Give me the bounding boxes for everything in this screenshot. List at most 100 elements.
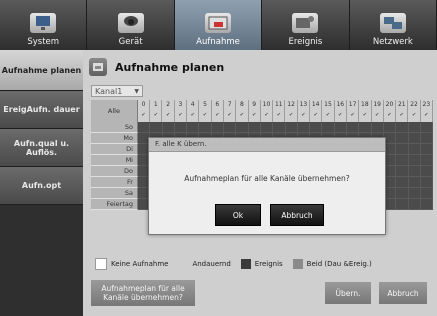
dialog-ok-button[interactable]: Ok — [215, 204, 261, 226]
schedule-cell[interactable] — [297, 122, 311, 133]
schedule-cell[interactable] — [420, 188, 434, 199]
camera-icon — [117, 13, 144, 33]
day-label[interactable]: Mi — [91, 155, 138, 166]
schedule-cell[interactable] — [322, 122, 335, 133]
hour-header-8[interactable]: 8 ✔ — [236, 100, 249, 122]
schedule-cell[interactable] — [420, 177, 434, 188]
select-all-button[interactable]: Alle — [91, 100, 138, 122]
hour-header-12[interactable]: 12 ✔ — [285, 100, 298, 122]
sidebar-item-quality[interactable]: Aufn.qual u. Auflös. — [0, 129, 83, 167]
schedule-cell[interactable] — [137, 122, 151, 133]
channel-select[interactable]: Kanal1 ▼ — [91, 85, 143, 97]
tab-event[interactable]: Ereignis — [262, 0, 350, 50]
hour-header-5[interactable]: 5 ✔ — [199, 100, 212, 122]
hour-header-10[interactable]: 10 ✔ — [260, 100, 274, 122]
hour-header-18[interactable]: 18 ✔ — [359, 100, 372, 122]
schedule-cell[interactable] — [420, 155, 434, 166]
tab-recording[interactable]: Aufnahme — [174, 0, 263, 50]
hour-header-1[interactable]: 1 ✔ — [150, 100, 163, 122]
hour-header-17[interactable]: 17 ✔ — [346, 100, 360, 122]
schedule-cell[interactable] — [408, 177, 421, 188]
schedule-cell[interactable] — [408, 188, 421, 199]
hour-header-11[interactable]: 11 ✔ — [273, 100, 286, 122]
hour-header-14[interactable]: 14 ✔ — [310, 100, 323, 122]
schedule-cell[interactable] — [310, 122, 323, 133]
check-icon: ✔ — [375, 112, 380, 118]
hour-header-22[interactable]: 22 ✔ — [408, 100, 421, 122]
schedule-cell[interactable] — [420, 199, 434, 210]
tab-system[interactable]: System — [0, 0, 88, 50]
schedule-cell[interactable] — [199, 122, 212, 133]
hour-header-3[interactable]: 3 ✔ — [174, 100, 188, 122]
schedule-cell[interactable] — [273, 122, 286, 133]
sidebar-item-event-duration[interactable]: EreigAufn. dauer — [0, 91, 83, 129]
dialog-cancel-button[interactable]: Abbruch — [270, 204, 324, 226]
tab-label: System — [27, 37, 60, 47]
hour-header-19[interactable]: 19 ✔ — [371, 100, 384, 122]
tab-device[interactable]: Gerät — [87, 0, 175, 50]
schedule-cell[interactable] — [396, 166, 409, 177]
hour-header-2[interactable]: 2 ✔ — [162, 100, 175, 122]
schedule-cell[interactable] — [396, 122, 409, 133]
schedule-cell[interactable] — [408, 122, 421, 133]
check-icon: ✔ — [411, 112, 417, 118]
schedule-cell[interactable] — [174, 122, 188, 133]
schedule-cell[interactable] — [334, 122, 348, 133]
schedule-cell[interactable] — [371, 122, 384, 133]
day-label[interactable]: Fr — [91, 177, 138, 188]
schedule-cell[interactable] — [359, 122, 372, 133]
schedule-cell[interactable] — [396, 199, 409, 210]
day-label[interactable]: Mo — [91, 133, 138, 144]
hour-header-6[interactable]: 6 ✔ — [211, 100, 224, 122]
schedule-cell[interactable] — [408, 155, 421, 166]
hour-header-0[interactable]: 0 ✔ — [137, 100, 151, 122]
apply-all-channels-button[interactable]: Aufnahmeplan für alle Kanäle übernehmen? — [91, 280, 195, 306]
legend-item: Keine Aufnahme — [95, 258, 168, 270]
schedule-cell[interactable] — [420, 166, 434, 177]
schedule-cell[interactable] — [408, 166, 421, 177]
schedule-cell[interactable] — [420, 133, 434, 144]
hour-header-4[interactable]: 4 ✔ — [187, 100, 200, 122]
hour-header-21[interactable]: 21 ✔ — [396, 100, 409, 122]
apply-button[interactable]: Übern. — [325, 282, 371, 304]
day-label[interactable]: Sa — [91, 188, 138, 199]
cancel-button[interactable]: Abbruch — [379, 282, 427, 304]
schedule-cell[interactable] — [396, 188, 409, 199]
schedule-cell[interactable] — [347, 122, 360, 133]
hour-header-23[interactable]: 23 ✔ — [420, 100, 433, 122]
schedule-cell[interactable] — [285, 122, 298, 133]
schedule-cell[interactable] — [211, 122, 225, 133]
hour-header-20[interactable]: 20 ✔ — [383, 100, 397, 122]
tab-network[interactable]: Netzwerk — [350, 0, 437, 50]
sidebar-item-options[interactable]: Aufn.opt — [0, 167, 83, 205]
day-label[interactable]: Di — [91, 144, 138, 155]
hour-header-13[interactable]: 13 ✔ — [297, 100, 311, 122]
schedule-cell[interactable] — [396, 144, 409, 155]
schedule-cell[interactable] — [396, 177, 409, 188]
schedule-cell[interactable] — [408, 133, 421, 144]
schedule-cell[interactable] — [260, 122, 274, 133]
hour-header-15[interactable]: 15 ✔ — [322, 100, 335, 122]
schedule-cell[interactable] — [396, 133, 409, 144]
schedule-cell[interactable] — [396, 155, 409, 166]
sidebar-item-schedule[interactable]: Aufnahme planen — [0, 50, 83, 91]
hour-header-9[interactable]: 9 ✔ — [248, 100, 261, 122]
schedule-cell[interactable] — [187, 122, 200, 133]
hour-header-7[interactable]: 7 ✔ — [223, 100, 237, 122]
monitor-icon — [30, 13, 57, 33]
hour-header-16[interactable]: 16 ✔ — [334, 100, 347, 122]
schedule-cell[interactable] — [420, 122, 434, 133]
schedule-cell[interactable] — [162, 122, 175, 133]
schedule-cell[interactable] — [236, 122, 249, 133]
schedule-cell[interactable] — [420, 144, 434, 155]
tab-label: Ereignis — [288, 37, 323, 47]
day-label[interactable]: Do — [91, 166, 138, 177]
schedule-cell[interactable] — [248, 122, 261, 133]
day-label[interactable]: Feiertag — [91, 199, 138, 210]
day-label[interactable]: So — [91, 122, 138, 133]
schedule-cell[interactable] — [150, 122, 163, 133]
schedule-cell[interactable] — [408, 199, 421, 210]
schedule-cell[interactable] — [383, 122, 397, 133]
schedule-cell[interactable] — [224, 122, 237, 133]
schedule-cell[interactable] — [408, 144, 421, 155]
